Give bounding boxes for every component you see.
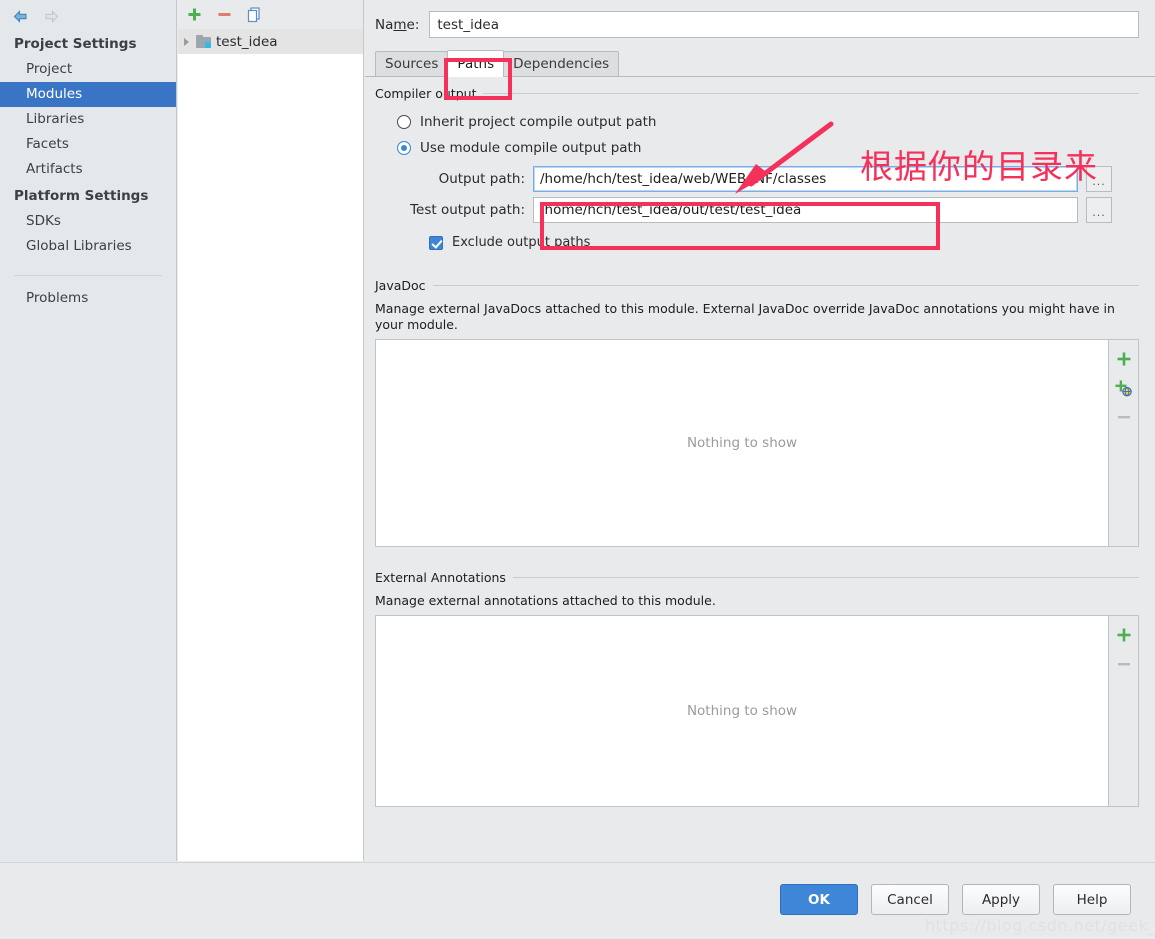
javadoc-list-panel: Nothing to show [375, 339, 1139, 547]
exclude-output-paths-label: Exclude output paths [452, 235, 591, 250]
radio-label: Inherit project compile output path [420, 114, 657, 130]
section-title: JavaDoc [375, 278, 426, 293]
arrow-right-icon[interactable] [43, 9, 60, 24]
sidebar-item-global-libraries[interactable]: Global Libraries [0, 234, 176, 259]
javadoc-empty-message: Nothing to show [686, 435, 798, 451]
module-name-row: Name: [365, 0, 1155, 38]
external-annotations-list-panel: Nothing to show [375, 615, 1139, 807]
plus-globe-icon[interactable] [1114, 378, 1134, 398]
exclude-output-paths-row[interactable]: Exclude output paths [375, 228, 1139, 254]
external-annotations-description: Manage external annotations attached to … [375, 593, 716, 608]
plus-icon[interactable] [185, 6, 203, 24]
tab-paths[interactable]: Paths [447, 50, 505, 77]
sidebar-group-platform-settings: Platform Settings SDKs Global Libraries [0, 182, 176, 259]
javadoc-buttons [1108, 340, 1138, 546]
cancel-button[interactable]: Cancel [871, 884, 949, 915]
section-title: External Annotations [375, 570, 506, 585]
sidebar-group-title: Platform Settings [14, 188, 149, 204]
sidebar-group-project-settings: Project Settings Project Modules Librari… [0, 30, 176, 182]
javadoc-list[interactable]: Nothing to show [376, 340, 1108, 546]
ok-button[interactable]: OK [780, 884, 858, 915]
section-title: Compiler output [375, 86, 477, 101]
tree-item-label: test_idea [216, 33, 278, 50]
plus-icon[interactable] [1114, 349, 1134, 369]
modules-toolbar [178, 0, 363, 29]
watermark-text: https://blog.csdn.net/geek_hch [925, 916, 1155, 935]
module-folder-icon [196, 35, 211, 48]
test-output-path-browse-button[interactable]: ... [1086, 197, 1112, 223]
external-annotations-section-header: External Annotations [375, 570, 1139, 585]
minus-icon[interactable] [1114, 654, 1134, 674]
chevron-right-icon[interactable] [184, 37, 189, 46]
sidebar-item-libraries[interactable]: Libraries [0, 107, 176, 132]
settings-sidebar: Project Settings Project Modules Librari… [0, 0, 177, 861]
test-output-path-input[interactable] [533, 197, 1078, 223]
output-path-label: Output path: [438, 171, 525, 187]
arrow-left-icon[interactable] [12, 9, 29, 24]
section-rule [432, 285, 1139, 286]
sidebar-divider [14, 275, 162, 276]
radio-inherit-project-output[interactable]: Inherit project compile output path [375, 109, 1139, 135]
module-tabs: Sources Paths Dependencies [365, 50, 1155, 77]
plus-icon[interactable] [1114, 625, 1134, 645]
module-name-input[interactable] [429, 11, 1139, 38]
annotation-callout-text: 根据你的目录来 [860, 147, 1098, 186]
test-output-path-label: Test output path: [410, 202, 525, 218]
tab-dependencies[interactable]: Dependencies [503, 51, 620, 76]
minus-icon[interactable] [215, 6, 233, 24]
test-output-path-row: Test output path: ... [375, 197, 1139, 223]
apply-button[interactable]: Apply [962, 884, 1040, 915]
sidebar-item-sdks[interactable]: SDKs [0, 209, 176, 234]
module-editor-panel: Name: Sources Paths Dependencies Compile… [365, 0, 1155, 861]
sidebar-item-facets[interactable]: Facets [0, 132, 176, 157]
exclude-output-paths-checkbox[interactable] [429, 235, 443, 250]
navigation-arrows [0, 0, 176, 30]
sidebar-item-problems[interactable]: Problems [0, 286, 176, 311]
javadoc-section-header: JavaDoc [375, 278, 1139, 293]
minus-icon[interactable] [1114, 407, 1134, 427]
tab-sources[interactable]: Sources [375, 51, 449, 76]
sidebar-item-artifacts[interactable]: Artifacts [0, 157, 176, 182]
radio-button[interactable] [397, 115, 411, 129]
modules-tree-pane: test_idea [178, 0, 364, 861]
external-annotations-buttons [1108, 616, 1138, 806]
tree-item-test-idea[interactable]: test_idea [178, 29, 363, 54]
javadoc-description: Manage external JavaDocs attached to thi… [375, 301, 1115, 332]
radio-button-selected[interactable] [397, 141, 411, 155]
compiler-output-section-header: Compiler output [375, 86, 1139, 101]
section-rule [512, 577, 1139, 578]
radio-label: Use module compile output path [420, 140, 642, 156]
sidebar-group-title: Project Settings [14, 36, 137, 52]
external-annotations-list[interactable]: Nothing to show [376, 616, 1108, 806]
help-button[interactable]: Help [1053, 884, 1131, 915]
sidebar-item-project[interactable]: Project [0, 57, 176, 82]
sidebar-item-modules[interactable]: Modules [0, 82, 176, 107]
module-name-label: Name: [375, 16, 420, 33]
project-structure-dialog: Project Settings Project Modules Librari… [0, 0, 1155, 939]
section-rule [483, 93, 1139, 94]
external-annotations-empty-message: Nothing to show [686, 703, 798, 719]
copy-icon[interactable] [245, 6, 263, 24]
